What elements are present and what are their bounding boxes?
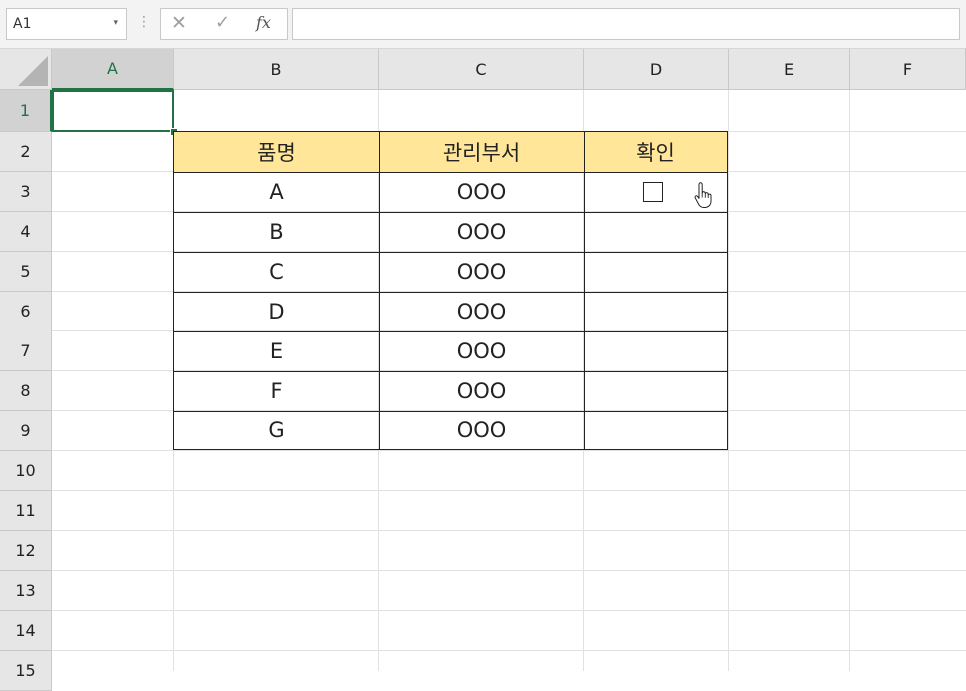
cell-dept[interactable]: OOO — [379, 331, 584, 371]
gridline — [52, 530, 966, 531]
cell-dept[interactable]: OOO — [379, 371, 584, 411]
gridline — [52, 450, 966, 451]
cell-name[interactable]: B — [174, 212, 379, 252]
table-border — [174, 212, 727, 213]
cell-name[interactable]: G — [174, 411, 379, 449]
row-header-4[interactable]: 4 — [0, 212, 52, 252]
column-header-f[interactable]: F — [850, 49, 966, 90]
column-header-c[interactable]: C — [379, 49, 584, 90]
row-header-13[interactable]: 13 — [0, 571, 52, 611]
header-cell-name[interactable]: 품명 — [174, 132, 379, 172]
cell-check[interactable] — [584, 212, 727, 252]
formula-bar: A1 ▾ ⋮ ✕ ✓ fx — [0, 0, 966, 49]
cell-name[interactable]: C — [174, 252, 379, 292]
column-header-e[interactable]: E — [729, 49, 850, 90]
cell-dept[interactable]: OOO — [379, 212, 584, 252]
data-table: 품명 관리부서 확인 A OOO B OOO C OOO D OOO E OOO… — [173, 131, 728, 450]
column-header-b[interactable]: B — [174, 49, 379, 90]
cell-name[interactable]: D — [174, 292, 379, 331]
gridline — [52, 610, 966, 611]
insert-function-icon[interactable]: fx — [256, 13, 271, 32]
column-header-a[interactable]: A — [52, 49, 174, 90]
hand-pointer-icon — [694, 182, 712, 208]
header-cell-check[interactable]: 확인 — [584, 132, 727, 172]
row-header-11[interactable]: 11 — [0, 491, 52, 531]
table-border — [174, 331, 727, 332]
row-header-12[interactable]: 12 — [0, 531, 52, 571]
row-header-5[interactable]: 5 — [0, 252, 52, 292]
row-header-3[interactable]: 3 — [0, 172, 52, 212]
gridline — [52, 490, 966, 491]
row-header-9[interactable]: 9 — [0, 411, 52, 451]
cell-dept[interactable]: OOO — [379, 411, 584, 449]
row-header-6[interactable]: 6 — [0, 292, 52, 332]
cell-name[interactable]: A — [174, 172, 379, 212]
header-cell-dept[interactable]: 관리부서 — [379, 132, 584, 172]
table-border — [174, 252, 727, 253]
chevron-down-icon[interactable]: ▾ — [113, 18, 118, 28]
select-all-button[interactable] — [0, 49, 52, 90]
formula-input[interactable] — [292, 8, 960, 40]
table-border — [379, 132, 380, 449]
cell-check[interactable] — [584, 252, 727, 292]
name-box[interactable]: A1 ▾ — [6, 8, 127, 40]
table-border — [584, 132, 585, 449]
cell-dept[interactable]: OOO — [379, 172, 584, 212]
cell-name[interactable]: E — [174, 331, 379, 371]
gridline — [52, 650, 966, 651]
cell-a1[interactable] — [52, 90, 174, 132]
checkbox-icon[interactable] — [643, 182, 663, 202]
cancel-icon[interactable]: ✕ — [171, 12, 187, 34]
row-header-15[interactable]: 15 — [0, 651, 52, 691]
column-header-d[interactable]: D — [584, 49, 729, 90]
gridline — [52, 570, 966, 571]
table-border — [174, 411, 727, 412]
gridline — [728, 90, 729, 671]
cell-dept[interactable]: OOO — [379, 252, 584, 292]
name-box-value: A1 — [13, 16, 32, 32]
table-border — [174, 371, 727, 372]
cell-dept[interactable]: OOO — [379, 292, 584, 331]
cell-check[interactable] — [584, 292, 727, 331]
row-header-10[interactable]: 10 — [0, 451, 52, 491]
cell-check[interactable] — [584, 331, 727, 371]
cell-check[interactable] — [584, 371, 727, 411]
row-header-2[interactable]: 2 — [0, 132, 52, 172]
row-header-8[interactable]: 8 — [0, 371, 52, 411]
row-header-1[interactable]: 1 — [0, 90, 52, 132]
formula-buttons: ✕ ✓ fx — [160, 8, 288, 40]
table-border — [174, 292, 727, 293]
gridline — [849, 90, 850, 671]
row-header-7[interactable]: 7 — [0, 331, 52, 371]
enter-icon[interactable]: ✓ — [215, 12, 230, 33]
cell-check[interactable] — [584, 411, 727, 449]
select-all-icon — [18, 56, 48, 86]
cell-name[interactable]: F — [174, 371, 379, 411]
row-header-14[interactable]: 14 — [0, 611, 52, 651]
table-border — [174, 172, 727, 173]
more-vertical-icon[interactable]: ⋮ — [137, 14, 152, 30]
